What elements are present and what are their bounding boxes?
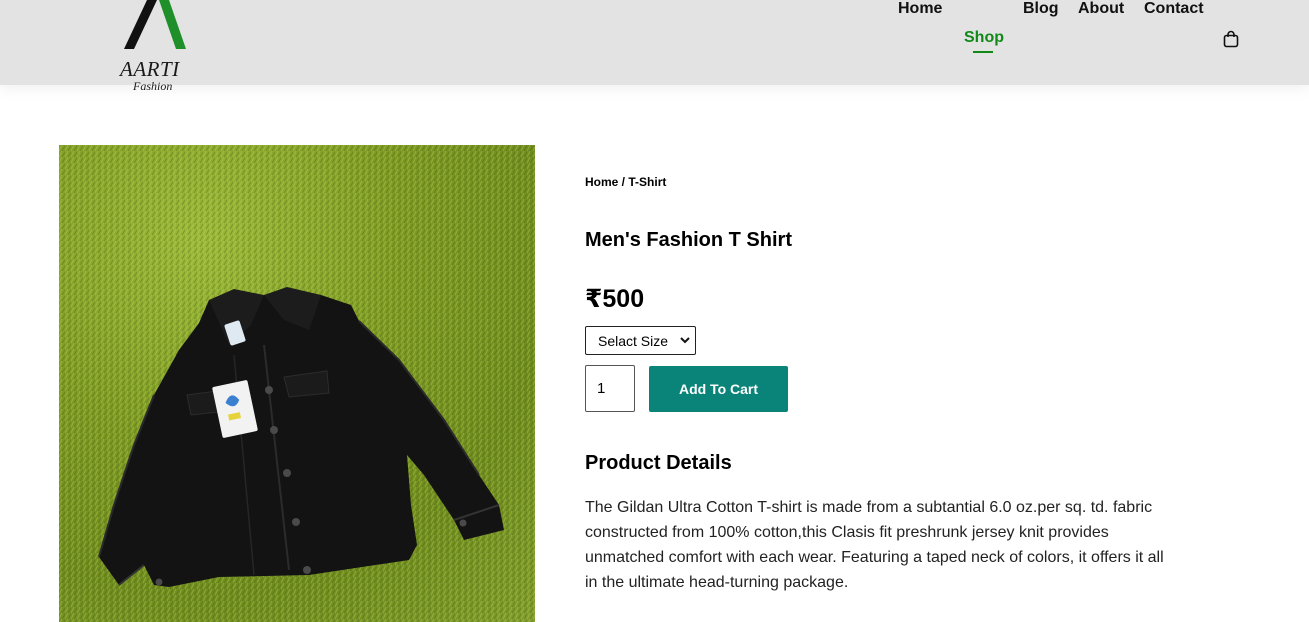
product-title: Men's Fashion T Shirt [585, 229, 792, 251]
breadcrumb-home[interactable]: Home [585, 175, 618, 189]
site-header: AARTI Fashion Home Shop Blog About Conta… [0, 0, 1309, 93]
brand-logo[interactable]: AARTI Fashion [112, 0, 202, 96]
nav-shop[interactable]: Shop [964, 29, 1004, 47]
add-to-cart-button[interactable]: Add To Cart [649, 366, 788, 412]
chevron-down-icon [680, 337, 690, 344]
shopping-bag-icon[interactable] [1222, 30, 1240, 48]
quantity-input[interactable] [585, 365, 635, 412]
product-details-heading: Product Details [585, 452, 732, 474]
logo-mark-icon [124, 0, 186, 49]
product-image [59, 145, 535, 622]
breadcrumb: Home / T-Shirt [585, 175, 666, 189]
brand-tagline: Fashion [133, 79, 173, 93]
product-details-text: The Gildan Ultra Cotton T-shirt is made … [585, 499, 1164, 591]
active-nav-underline [973, 51, 993, 53]
nav-home[interactable]: Home [898, 0, 942, 22]
jacket-photo [59, 145, 535, 622]
product-price: ₹500 [585, 285, 645, 313]
size-select[interactable]: Selact Size [585, 326, 696, 355]
nav-about[interactable]: About [1078, 0, 1124, 22]
nav-contact[interactable]: Contact [1144, 0, 1204, 22]
breadcrumb-current: T-Shirt [628, 175, 667, 189]
breadcrumb-separator: / [618, 175, 629, 189]
nav-blog[interactable]: Blog [1023, 0, 1059, 22]
size-select-value: Selact Size [598, 332, 669, 349]
